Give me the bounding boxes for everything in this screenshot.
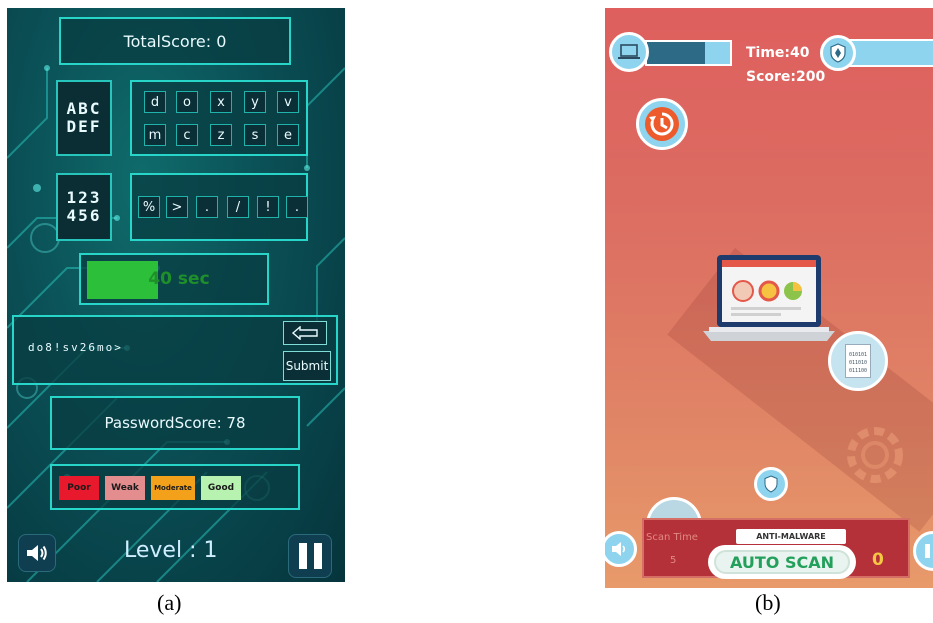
total-score-display: TotalScore: 0 — [59, 17, 291, 65]
letter-keypad: d o x y v m c z s e — [130, 80, 308, 156]
scan-count: 0 — [872, 550, 884, 570]
scan-panel: Scan Time 5 ANTI-MALWARE AUTO SCAN 0 — [642, 518, 910, 579]
gear-icon — [847, 427, 903, 483]
key-letter[interactable]: v — [277, 91, 299, 113]
speaker-icon — [612, 542, 626, 556]
pause-button[interactable] — [913, 531, 933, 571]
key-symbol[interactable]: > — [166, 196, 188, 218]
history-icon — [645, 107, 679, 141]
password-value: do8!sv26mo> — [28, 341, 123, 354]
score-label: Score:200 — [746, 69, 826, 85]
history-button[interactable] — [636, 98, 688, 150]
password-entry: do8!sv26mo> Submit — [12, 315, 338, 385]
auto-scan-button[interactable]: AUTO SCAN — [708, 545, 856, 579]
submit-button[interactable]: Submit — [283, 351, 331, 381]
binary-line: 011100 — [848, 368, 868, 374]
key-letter[interactable]: z — [210, 124, 232, 146]
time-label: Time:40 — [746, 45, 810, 61]
key-symbol[interactable]: . — [286, 196, 308, 218]
key-symbol[interactable]: / — [227, 196, 249, 218]
laptop-status-button — [609, 32, 649, 72]
scan-time-label: Scan Time — [646, 532, 698, 543]
speaker-icon — [27, 545, 47, 561]
letters-mode-label: ABC DEF — [66, 99, 102, 136]
shield-status-button — [820, 35, 856, 71]
system-health-fill — [647, 42, 705, 64]
key-letter[interactable]: d — [144, 91, 166, 113]
strength-good: Good — [201, 476, 241, 500]
strength-weak: Weak — [105, 476, 145, 500]
key-letter[interactable]: m — [144, 124, 166, 146]
shield-icon — [830, 43, 846, 63]
key-symbol[interactable]: . — [196, 196, 218, 218]
symbol-keypad: % > . / ! . — [130, 173, 308, 241]
binary-file-button[interactable]: 010101 011010 011100 — [828, 331, 888, 391]
password-score-label: PasswordScore: 78 — [104, 414, 246, 432]
shield-bar — [849, 39, 933, 67]
countdown-timer: 40 sec — [79, 253, 269, 305]
timer-text: 40 sec — [148, 269, 210, 289]
sound-button[interactable] — [18, 534, 56, 572]
laptop-icon — [618, 44, 640, 59]
total-score-label: TotalScore: 0 — [123, 31, 227, 51]
key-symbol[interactable]: ! — [257, 196, 279, 218]
numbers-mode-label: 123 456 — [66, 188, 102, 225]
antivirus-powerup[interactable] — [754, 467, 788, 501]
pause-button[interactable] — [288, 534, 332, 578]
binary-line: 011010 — [848, 360, 868, 366]
pause-icon-bar — [313, 543, 322, 569]
password-game-screen: TotalScore: 0 ABC DEF d o x y v m c z s … — [7, 8, 345, 582]
scan-time-value: 5 — [670, 555, 677, 566]
anti-malware-game-screen: Time:40 Score:200 010101 011010 011100 S… — [605, 8, 933, 588]
caption-a: (a) — [157, 590, 182, 615]
binary-file-icon: 010101 011010 011100 — [845, 344, 871, 378]
key-letter[interactable]: o — [176, 91, 198, 113]
key-letter[interactable]: s — [244, 124, 266, 146]
key-letter[interactable]: c — [176, 124, 198, 146]
system-health-bar — [645, 40, 732, 66]
strength-poor: Poor — [59, 476, 99, 500]
key-letter[interactable]: e — [277, 124, 299, 146]
auto-scan-label: AUTO SCAN — [714, 550, 850, 574]
key-letter[interactable]: x — [210, 91, 232, 113]
sound-button[interactable] — [605, 531, 637, 567]
key-symbol[interactable]: % — [138, 196, 160, 218]
strength-moderate: Moderate — [151, 476, 195, 500]
caption-b: (b) — [755, 590, 781, 615]
anti-malware-label: ANTI-MALWARE — [736, 529, 846, 544]
password-score-display: PasswordScore: 78 — [50, 396, 300, 450]
strength-meter: Poor Weak Moderate Good — [50, 464, 300, 510]
binary-line: 010101 — [848, 352, 868, 358]
shield-icon — [764, 475, 778, 493]
laptop-illustration — [703, 255, 835, 341]
backspace-arrow-icon — [292, 326, 318, 340]
pause-icon-bar — [298, 543, 307, 569]
letters-mode-button[interactable]: ABC DEF — [56, 80, 112, 156]
level-indicator: Level : 1 — [124, 538, 218, 563]
backspace-button[interactable] — [283, 321, 327, 345]
pause-icon — [925, 544, 930, 558]
numbers-mode-button[interactable]: 123 456 — [56, 173, 112, 241]
key-letter[interactable]: y — [244, 91, 266, 113]
